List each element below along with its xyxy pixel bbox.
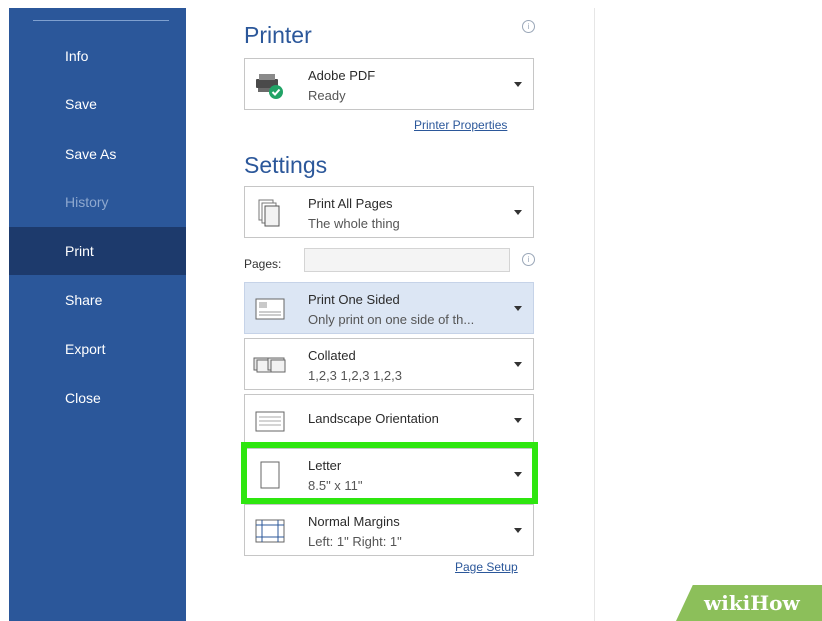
sidebar-item-save-as[interactable]: Save As (9, 130, 186, 178)
printer-properties-link[interactable]: Printer Properties (414, 118, 507, 132)
collation-title: Collated (308, 348, 356, 363)
print-range-dropdown[interactable]: Print All Pages The whole thing (244, 186, 534, 238)
backstage-sidebar: Info Save Save As History Print Share Ex… (9, 8, 186, 621)
highlight-box (241, 442, 538, 504)
page-setup-link[interactable]: Page Setup (455, 560, 518, 574)
printer-name: Adobe PDF (308, 68, 376, 83)
printer-status: Ready (308, 88, 346, 103)
chevron-down-icon (514, 210, 522, 215)
pages-label: Pages: (244, 257, 282, 271)
printer-heading: Printer (244, 22, 312, 48)
top-strip (0, 0, 822, 8)
watermark-part1: wiki (704, 591, 751, 615)
sidebar-item-close[interactable]: Close (9, 374, 186, 422)
sidebar-item-share[interactable]: Share (9, 276, 186, 324)
pages-info-icon[interactable]: i (522, 253, 535, 266)
margins-dropdown[interactable]: Normal Margins Left: 1" Right: 1" (244, 504, 534, 556)
sides-title: Print One Sided (308, 292, 400, 307)
pages-input[interactable] (304, 248, 510, 272)
sidebar-item-save[interactable]: Save (9, 80, 186, 128)
chevron-down-icon (514, 528, 522, 533)
word-backstage: Info Save Save As History Print Share Ex… (0, 0, 822, 621)
print-range-title: Print All Pages (308, 196, 393, 211)
print-range-subtitle: The whole thing (308, 216, 400, 231)
landscape-icon (255, 411, 285, 432)
collation-dropdown[interactable]: Collated 1,2,3 1,2,3 1,2,3 (244, 338, 534, 390)
chevron-down-icon (514, 418, 522, 423)
orientation-title: Landscape Orientation (308, 411, 439, 426)
sidebar-divider (33, 20, 169, 21)
print-preview-area (595, 8, 822, 621)
watermark-part2: How (750, 591, 800, 615)
print-panel: Printer i Adobe PDF Ready Printer Proper… (186, 8, 594, 621)
printer-info-icon[interactable]: i (522, 20, 535, 33)
chevron-down-icon (514, 362, 522, 367)
watermark-logo: wikiHow (704, 591, 800, 615)
settings-heading: Settings (244, 152, 328, 178)
sides-dropdown[interactable]: Print One Sided Only print on one side o… (244, 282, 534, 334)
sidebar-item-info[interactable]: Info (9, 32, 186, 80)
chevron-down-icon (514, 306, 522, 311)
margins-icon (255, 519, 285, 543)
chevron-down-icon (514, 82, 522, 87)
sidebar-item-export[interactable]: Export (9, 325, 186, 373)
printer-dropdown[interactable]: Adobe PDF Ready (244, 58, 534, 110)
one-sided-icon (255, 298, 285, 320)
sides-subtitle: Only print on one side of th... (308, 312, 475, 327)
sidebar-item-print[interactable]: Print (9, 227, 186, 275)
sidebar-item-history: History (65, 194, 109, 210)
collation-subtitle: 1,2,3 1,2,3 1,2,3 (308, 368, 402, 383)
collated-icon (253, 357, 286, 373)
pages-icon (258, 199, 280, 227)
orientation-dropdown[interactable]: Landscape Orientation (244, 394, 534, 446)
margins-title: Normal Margins (308, 514, 400, 529)
margins-subtitle: Left: 1" Right: 1" (308, 534, 402, 549)
printer-ready-icon (256, 74, 283, 99)
